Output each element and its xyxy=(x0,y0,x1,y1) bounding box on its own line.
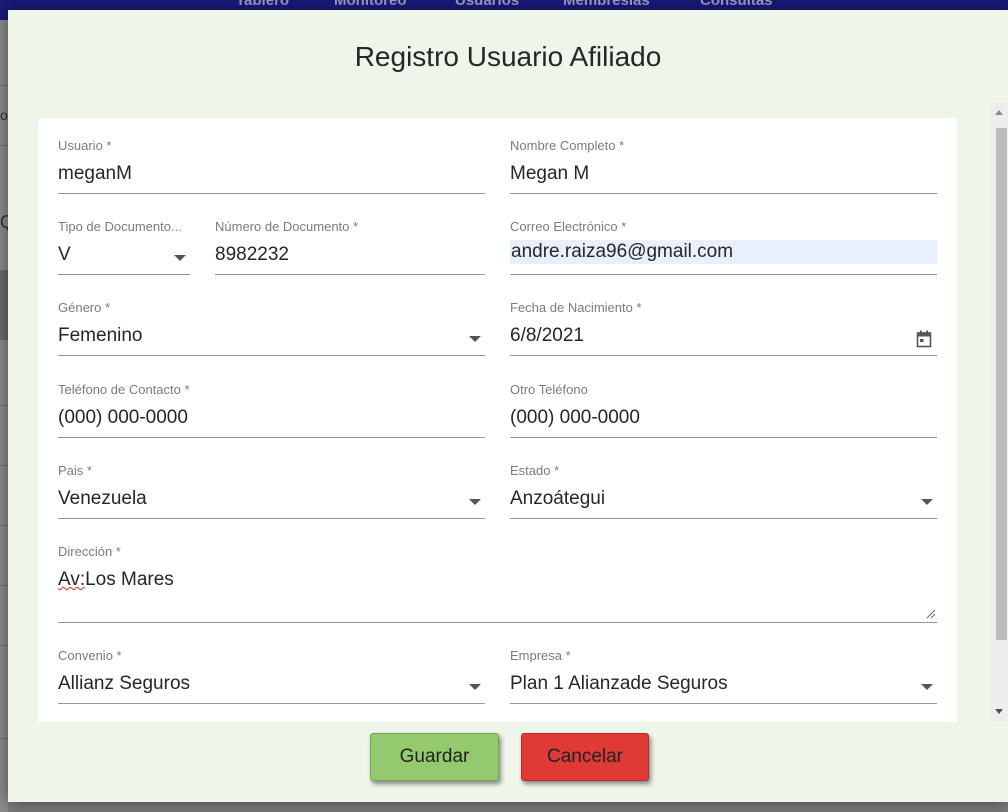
otro-telefono-input[interactable]: (000) 000-0000 xyxy=(510,403,937,438)
estado-label: Estado * xyxy=(510,463,560,478)
tipo-documento-select[interactable]: Tipo de Documento... V xyxy=(58,219,190,275)
convenio-value[interactable]: Allianz Seguros xyxy=(58,669,485,704)
convenio-label: Convenio * xyxy=(58,648,122,663)
tipo-documento-value[interactable]: V xyxy=(58,240,190,275)
direccion-textarea[interactable]: Av:Los Mares xyxy=(58,565,937,623)
empresa-value[interactable]: Plan 1 Alianzade Seguros xyxy=(510,669,937,704)
direccion-field[interactable]: Dirección * Av:Los Mares xyxy=(58,544,937,623)
background-text-fragment: o xyxy=(0,107,8,123)
nombre-input[interactable]: Megan M xyxy=(510,159,937,194)
convenio-select[interactable]: Convenio * Allianz Seguros xyxy=(58,648,485,704)
calendar-icon[interactable] xyxy=(916,330,932,348)
correo-input[interactable]: andre.raiza96@gmail.com xyxy=(510,240,937,264)
nav-item-consultas: Consultas xyxy=(700,0,773,9)
fecha-nacimiento-label: Fecha de Nacimiento * xyxy=(510,300,642,315)
direccion-value-rest: Los Mares xyxy=(85,569,174,590)
nombre-label: Nombre Completo * xyxy=(510,138,625,153)
form-card: Usuario * meganM Nombre Completo * Megan… xyxy=(38,118,957,722)
nav-item-usuarios: Usuarios xyxy=(455,0,520,9)
genero-label: Género * xyxy=(58,300,111,315)
cancel-button[interactable]: Cancelar xyxy=(521,733,649,781)
pais-select[interactable]: Pais * Venezuela xyxy=(58,463,485,519)
resize-handle-icon[interactable] xyxy=(926,609,936,619)
numero-documento-field[interactable]: Número de Documento * 8982232 xyxy=(215,219,485,275)
nav-item-monitoreo: Monitoreo xyxy=(334,0,407,9)
usuario-field[interactable]: Usuario * meganM xyxy=(58,138,485,194)
scroll-down-arrow-icon[interactable] xyxy=(995,709,1003,714)
numero-documento-label: Número de Documento * xyxy=(215,219,359,234)
correo-label: Correo Electrónico * xyxy=(510,219,627,234)
pais-label: Pais * xyxy=(58,463,92,478)
form-scroll-area: Usuario * meganM Nombre Completo * Megan… xyxy=(8,102,1000,722)
telefono-field[interactable]: Teléfono de Contacto * (000) 000-0000 xyxy=(58,382,485,438)
fecha-nacimiento-field[interactable]: Fecha de Nacimiento * 6/8/2021 xyxy=(510,300,937,356)
chevron-down-icon xyxy=(469,684,481,690)
otro-telefono-label: Otro Teléfono xyxy=(510,382,588,397)
direccion-label: Dirección * xyxy=(58,544,121,559)
numero-documento-input[interactable]: 8982232 xyxy=(215,240,485,275)
form-scrollbar[interactable] xyxy=(990,102,1008,722)
nav-item-membresias: Membresías xyxy=(563,0,650,9)
chevron-down-icon xyxy=(921,684,933,690)
tipo-documento-label: Tipo de Documento... xyxy=(58,219,182,234)
nav-item-tablero: Tablero xyxy=(236,0,290,9)
scrollbar-thumb[interactable] xyxy=(996,128,1007,640)
estado-select[interactable]: Estado * Anzoátegui xyxy=(510,463,937,519)
empresa-select[interactable]: Empresa * Plan 1 Alianzade Seguros xyxy=(510,648,937,704)
save-button[interactable]: Guardar xyxy=(370,733,499,781)
chevron-down-icon xyxy=(921,499,933,505)
direccion-value-prefix: Av: xyxy=(58,569,86,590)
telefono-input[interactable]: (000) 000-0000 xyxy=(58,403,485,438)
genero-value[interactable]: Femenino xyxy=(58,321,485,356)
correo-field[interactable]: Correo Electrónico * andre.raiza96@gmail… xyxy=(510,219,937,275)
dialog-title: Registro Usuario Afiliado xyxy=(354,41,662,72)
chevron-down-icon xyxy=(174,255,186,261)
estado-value[interactable]: Anzoátegui xyxy=(510,484,937,519)
telefono-label: Teléfono de Contacto * xyxy=(58,382,190,397)
genero-select[interactable]: Género * Femenino xyxy=(58,300,485,356)
nombre-field[interactable]: Nombre Completo * Megan M xyxy=(510,138,937,194)
background-page-edge xyxy=(0,20,8,812)
fecha-nacimiento-input[interactable]: 6/8/2021 xyxy=(510,321,937,356)
chevron-down-icon xyxy=(469,336,481,342)
scroll-up-arrow-icon[interactable] xyxy=(995,110,1003,115)
empresa-label: Empresa * xyxy=(510,648,571,663)
usuario-label: Usuario * xyxy=(58,138,112,153)
chevron-down-icon xyxy=(469,499,481,505)
registration-dialog: Registro Usuario Afiliado Usuario * mega… xyxy=(8,10,1008,802)
pais-value[interactable]: Venezuela xyxy=(58,484,485,519)
otro-telefono-field[interactable]: Otro Teléfono (000) 000-0000 xyxy=(510,382,937,438)
usuario-input[interactable]: meganM xyxy=(58,159,485,194)
